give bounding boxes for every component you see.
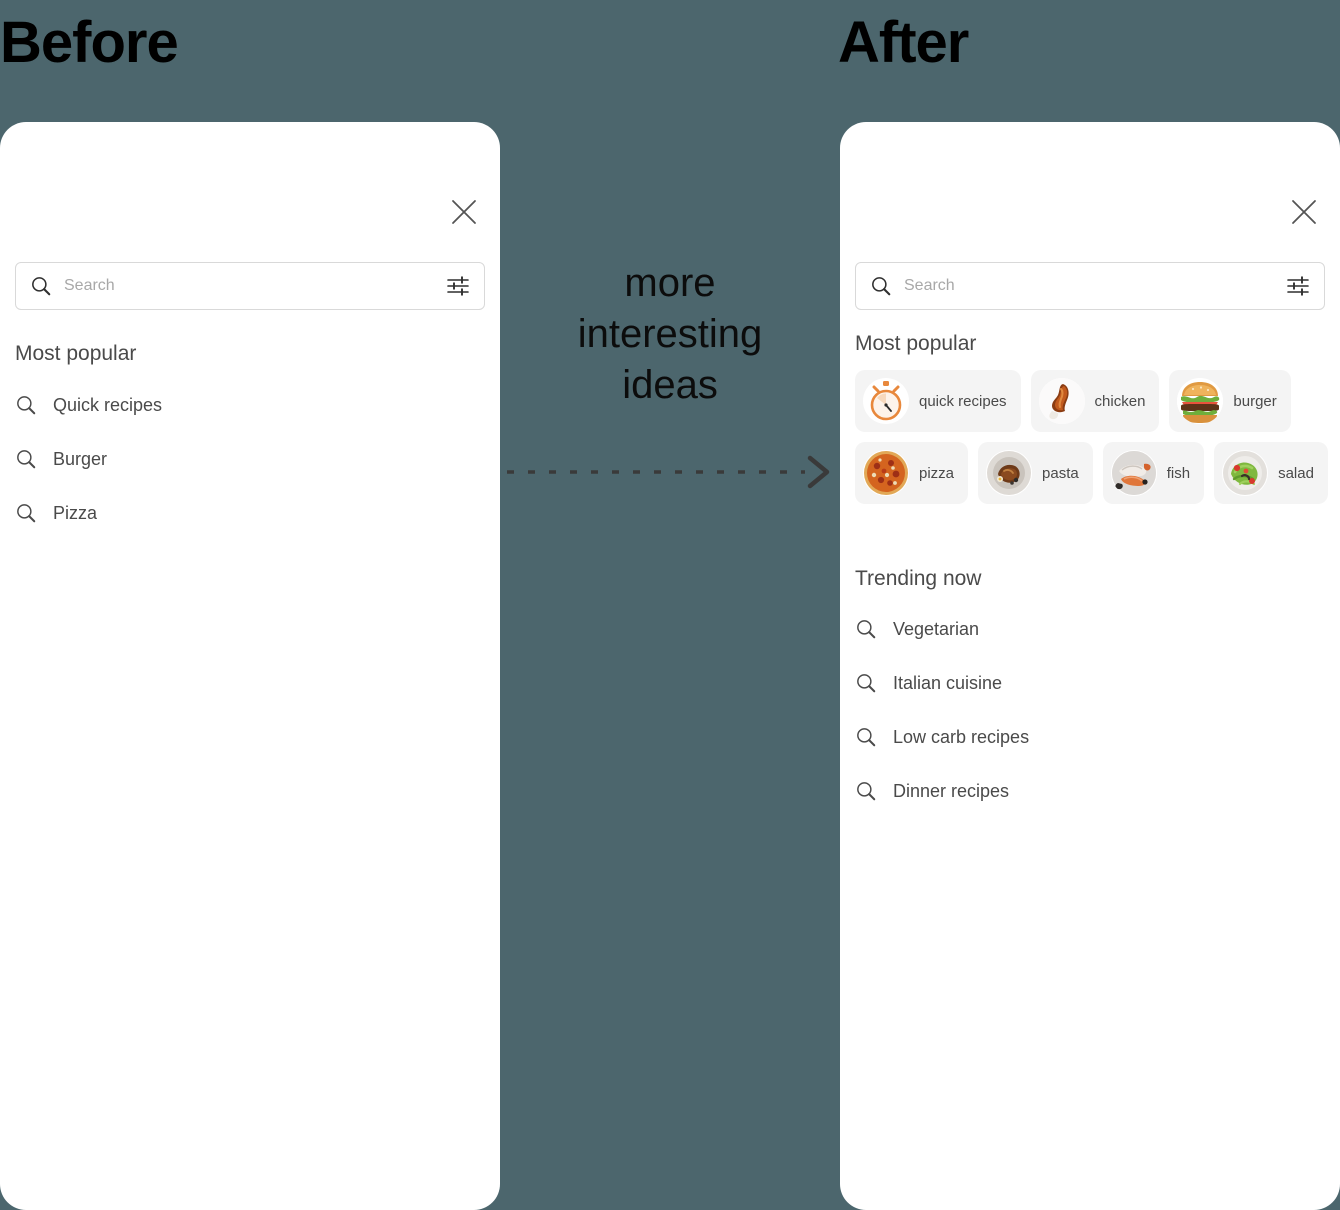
list-item-label: Quick recipes bbox=[53, 394, 163, 415]
after-phone-card: Search Most popular quick recipes chicke… bbox=[840, 122, 1340, 1210]
filter-sliders-icon[interactable] bbox=[1286, 275, 1310, 297]
list-item[interactable]: Italian cuisine bbox=[855, 656, 1325, 710]
list-item-label: Burger bbox=[53, 448, 108, 469]
search-icon bbox=[872, 277, 891, 296]
search-placeholder: Search bbox=[64, 277, 115, 294]
trending-list: Vegetarian Italian cuisine Low carb reci… bbox=[855, 602, 1325, 818]
trending-now-heading: Trending now bbox=[855, 567, 982, 590]
search-icon bbox=[17, 504, 36, 523]
chip-label: fish bbox=[1166, 464, 1191, 482]
pasta-photo bbox=[986, 450, 1033, 496]
chicken-drumstick-photo bbox=[1038, 378, 1085, 424]
after-stage-title: After bbox=[838, 10, 969, 75]
before-suggestion-list: Quick recipes Burger Pizza bbox=[15, 378, 485, 540]
chip-burger[interactable]: burger bbox=[1169, 370, 1291, 432]
list-item[interactable]: Quick recipes bbox=[15, 378, 485, 432]
burger-photo bbox=[1177, 378, 1224, 424]
list-item[interactable]: Burger bbox=[15, 432, 485, 486]
list-item-label: Italian cuisine bbox=[893, 672, 1003, 693]
list-item-label: Low carb recipes bbox=[893, 726, 1030, 747]
list-item-label: Vegetarian bbox=[893, 618, 980, 639]
chip-label: pizza bbox=[919, 464, 955, 482]
list-item[interactable]: Low carb recipes bbox=[855, 710, 1325, 764]
chip-salad[interactable]: salad bbox=[1214, 442, 1328, 504]
chip-row-1: quick recipes chicken burger bbox=[855, 370, 1325, 432]
annotation-line-2: interesting bbox=[577, 312, 763, 357]
before-phone-card: Search Most popular Quick recipes Burger… bbox=[0, 122, 500, 1210]
search-icon bbox=[857, 728, 876, 747]
middle-annotation: more interesting ideas bbox=[510, 258, 830, 412]
list-item-label: Dinner recipes bbox=[893, 780, 1010, 801]
search-input[interactable]: Search bbox=[15, 262, 485, 310]
chip-pizza[interactable]: pizza bbox=[855, 442, 969, 504]
search-icon bbox=[857, 674, 876, 693]
most-popular-heading: Most popular bbox=[855, 332, 977, 355]
list-item-label: Pizza bbox=[53, 502, 98, 523]
fish-photo bbox=[1110, 450, 1157, 496]
chip-label: salad bbox=[1278, 464, 1314, 482]
annotation-line-3: ideas bbox=[622, 363, 718, 408]
list-item[interactable]: Dinner recipes bbox=[855, 764, 1325, 818]
chip-label: chicken bbox=[1094, 392, 1146, 410]
search-icon bbox=[857, 782, 876, 801]
chip-label: quick recipes bbox=[919, 392, 1007, 410]
chip-row-2: pizza pasta fish salad bbox=[855, 442, 1328, 504]
dashed-arrow-right-icon bbox=[505, 452, 835, 492]
search-input[interactable]: Search bbox=[855, 262, 1325, 310]
filter-sliders-icon[interactable] bbox=[446, 275, 470, 297]
pizza-photo bbox=[863, 450, 909, 496]
salad-photo bbox=[1222, 450, 1269, 496]
most-popular-heading: Most popular bbox=[15, 342, 137, 365]
chip-pasta[interactable]: pasta bbox=[978, 442, 1093, 504]
search-icon bbox=[17, 396, 36, 415]
chip-quick-recipes[interactable]: quick recipes bbox=[855, 370, 1021, 432]
search-placeholder: Search bbox=[904, 277, 955, 294]
popular-chips: quick recipes chicken burger pizza pasta… bbox=[855, 370, 1328, 514]
search-icon bbox=[32, 277, 51, 296]
chip-label: burger bbox=[1233, 392, 1277, 410]
list-item[interactable]: Pizza bbox=[15, 486, 485, 540]
close-icon[interactable] bbox=[1282, 190, 1326, 234]
chip-fish[interactable]: fish bbox=[1102, 442, 1205, 504]
close-icon[interactable] bbox=[442, 190, 486, 234]
search-icon bbox=[17, 450, 36, 469]
stopwatch-icon bbox=[863, 378, 909, 424]
search-icon bbox=[857, 620, 876, 639]
chip-label: pasta bbox=[1042, 464, 1079, 482]
list-item[interactable]: Vegetarian bbox=[855, 602, 1325, 656]
chip-chicken[interactable]: chicken bbox=[1030, 370, 1160, 432]
before-stage-title: Before bbox=[0, 10, 179, 75]
annotation-line-1: more bbox=[624, 261, 716, 305]
